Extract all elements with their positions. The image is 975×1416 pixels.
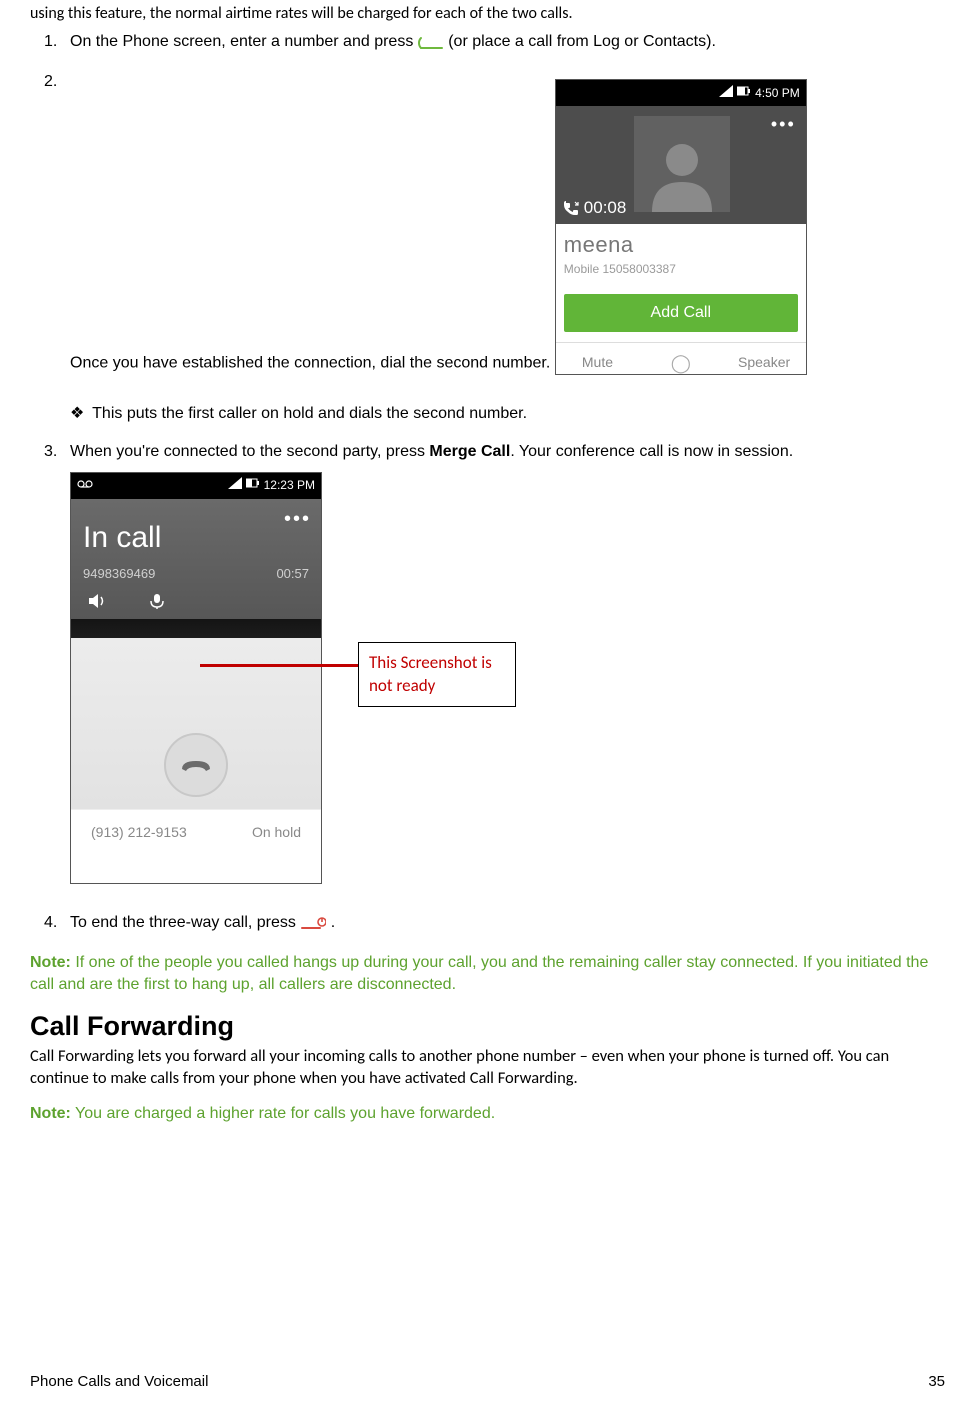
step-2-text: Once you have established the connection… — [70, 354, 550, 371]
incall-body — [71, 619, 321, 809]
sub-bullet: ❖ This puts the first caller on hold and… — [30, 403, 945, 423]
call-duration-badge: 00:08 — [562, 196, 627, 220]
step-4-pre: To end the three-way call, press — [70, 914, 300, 931]
note-body-1: If one of the people you called hangs up… — [30, 954, 928, 993]
incall-header: ••• In call 9498369469 00:57 — [71, 499, 321, 619]
contact-name: meena — [556, 224, 806, 261]
call-duration-2: 00:57 — [276, 565, 309, 583]
avatar-placeholder — [634, 116, 730, 212]
note-1: Note: If one of the people you called ha… — [30, 952, 945, 995]
battery-icon — [737, 85, 751, 102]
onhold-row: (913) 212-9153 On hold — [71, 809, 321, 857]
call-header-1: ••• 00:08 — [556, 106, 806, 224]
step-1-post: (or place a call from Log or Contacts). — [448, 33, 716, 50]
incall-title: In call — [83, 517, 309, 559]
screenshot-in-call: 12:23 PM ••• In call 9498369469 00:57 — [70, 472, 322, 884]
voicemail-icon — [77, 477, 93, 494]
step-3: 3. When you're connected to the second p… — [70, 441, 945, 893]
status-bar-2: 12:23 PM — [71, 473, 321, 499]
footer-page-number: 35 — [928, 1373, 945, 1390]
step-1: 1. On the Phone screen, enter a number a… — [70, 31, 945, 53]
annotation-connector — [200, 664, 360, 667]
step-1-pre: On the Phone screen, enter a number and … — [70, 33, 418, 50]
battery-icon-2 — [246, 477, 260, 494]
note-body-2: You are charged a higher rate for calls … — [75, 1105, 495, 1122]
annotation-box: This Screenshot is not ready — [358, 642, 516, 708]
end-call-icon — [300, 915, 326, 929]
add-call-button[interactable]: Add Call — [564, 294, 798, 332]
bullet-text: This puts the first caller on hold and d… — [92, 405, 527, 422]
hold-number: (913) 212-9153 — [91, 823, 187, 843]
call-icon — [418, 35, 444, 49]
overflow-icon-2: ••• — [284, 505, 311, 533]
note-label-2: Note: — [30, 1105, 71, 1122]
call-forwarding-heading: Call Forwarding — [30, 1011, 945, 1042]
dialpad-icon[interactable]: ◯ — [639, 343, 722, 384]
mute-button[interactable]: Mute — [556, 343, 639, 384]
speaker-button[interactable]: Speaker — [722, 343, 805, 384]
status-time-1: 4:50 PM — [755, 85, 800, 102]
step-4: 4. To end the three-way call, press . — [70, 912, 945, 934]
merge-call-label: Merge Call — [429, 443, 510, 460]
active-number: 9498369469 — [83, 565, 155, 583]
step-3-post: . Your conference call is now in session… — [510, 443, 793, 460]
step-3-pre: When you're connected to the second part… — [70, 443, 429, 460]
overflow-icon: ••• — [771, 112, 796, 137]
status-time-2: 12:23 PM — [264, 477, 315, 494]
mute-icon[interactable] — [147, 593, 167, 616]
hold-label: On hold — [252, 823, 301, 843]
speaker-icon[interactable] — [87, 593, 107, 616]
intro-text: using this feature, the normal airtime r… — [30, 4, 945, 25]
note-2: Note: You are charged a higher rate for … — [30, 1103, 945, 1125]
signal-icon-2 — [228, 477, 242, 494]
status-bar-1: 4:50 PM — [556, 80, 806, 106]
footer-section: Phone Calls and Voicemail — [30, 1373, 208, 1390]
annotation-text: This Screenshot is not ready — [369, 652, 492, 697]
call-forwarding-para: Call Forwarding lets you forward all you… — [30, 1046, 945, 1089]
diamond-bullet-icon: ❖ — [70, 403, 88, 423]
call-duration-1: 00:08 — [584, 196, 627, 220]
screenshot-add-call: 4:50 PM ••• 00:08 meena Mobile 150580033… — [555, 79, 807, 375]
end-call-button[interactable] — [164, 733, 228, 797]
step-4-post: . — [331, 914, 335, 931]
page-footer: Phone Calls and Voicemail 35 — [30, 1373, 945, 1390]
call-controls-row: Mute ◯ Speaker — [556, 342, 806, 384]
contact-number: Mobile 15058003387 — [556, 261, 806, 288]
signal-icon — [719, 85, 733, 102]
step-2: 2. Once you have established the connect… — [70, 71, 945, 385]
note-label-1: Note: — [30, 954, 71, 971]
